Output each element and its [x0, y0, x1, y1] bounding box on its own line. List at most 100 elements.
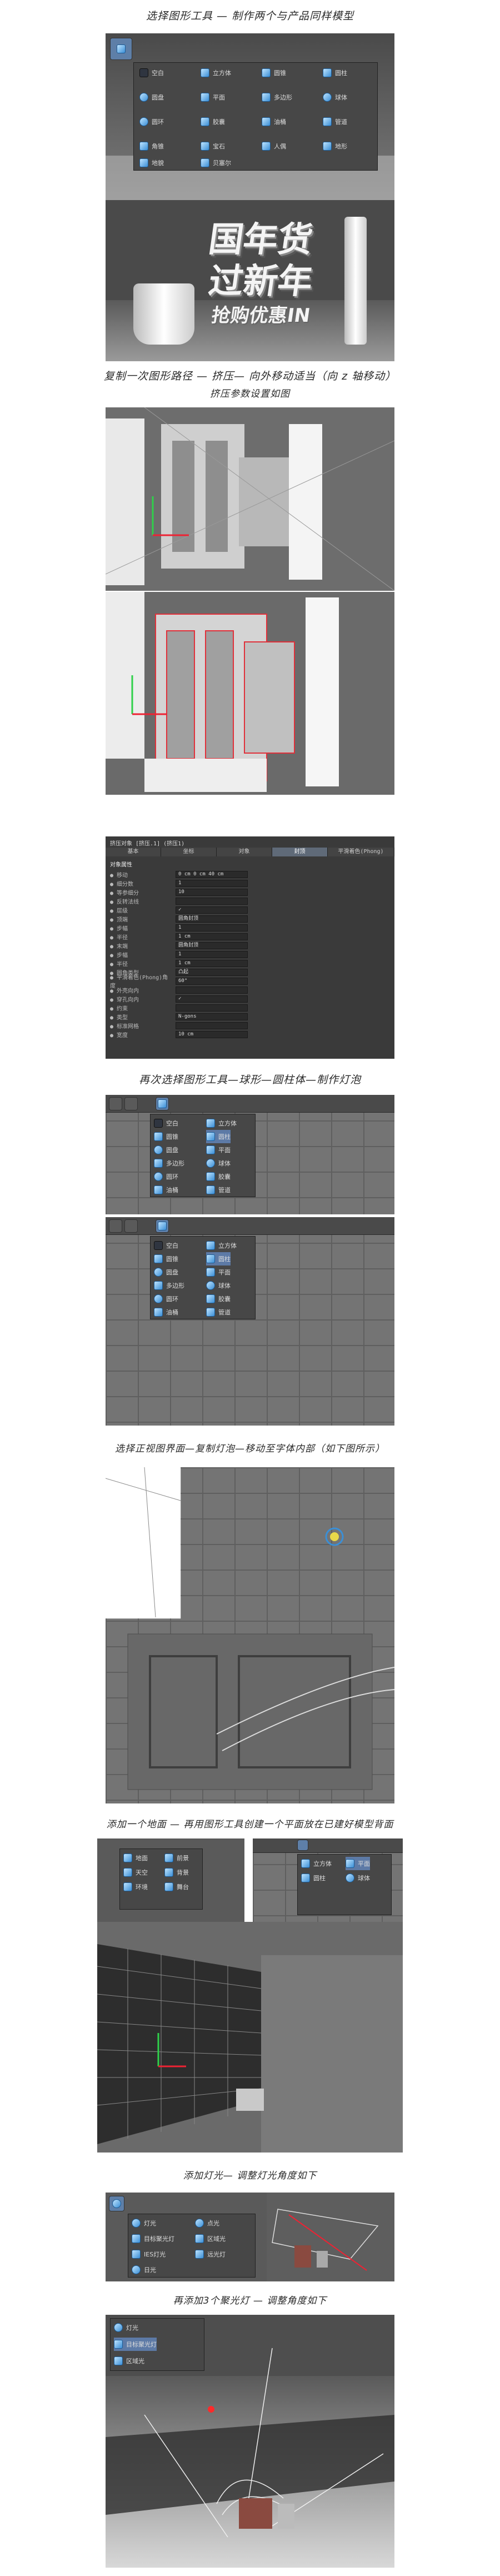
menu-item[interactable]: 圆盘	[139, 91, 164, 104]
menu-item[interactable]: 管道	[206, 1183, 231, 1197]
menu-item[interactable]: 立方体	[206, 1117, 237, 1130]
shape-tool-button[interactable]	[110, 38, 132, 60]
param-row[interactable]: ● 半径 1 cm	[110, 932, 248, 941]
menu-item[interactable]: 日光	[132, 2263, 156, 2276]
shape-tool-button[interactable]	[156, 1219, 169, 1233]
menu-item[interactable]: 圆柱	[206, 1130, 231, 1143]
menu-item[interactable]: 地形	[323, 139, 347, 153]
param-row[interactable]: ● 顶端 圆角封顶	[110, 914, 248, 923]
undo-button[interactable]	[109, 1097, 122, 1110]
shape-menu[interactable]: 空白 立方体 圆锥 圆柱 圆盘 平面 多边形 球体 圆环 胶囊 油桶 管道	[150, 1236, 256, 1319]
menu-item[interactable]: 区域光	[195, 2232, 226, 2245]
undo-button[interactable]	[109, 1219, 122, 1233]
menu-item[interactable]: 环境	[123, 1880, 148, 1894]
menu-item[interactable]: IES灯光	[132, 2248, 166, 2261]
light-menu[interactable]: 灯光 点光 目标聚光灯 区域光 IES灯光 远光灯 日光	[128, 2214, 256, 2278]
menu-item[interactable]: 圆盘	[154, 1265, 178, 1279]
shape-tool-button[interactable]	[156, 1097, 169, 1110]
menu-item[interactable]: 前景	[164, 1851, 189, 1865]
param-row[interactable]: ● 半径 1 cm	[110, 959, 248, 968]
param-row[interactable]: ● 末端 圆角封顶	[110, 941, 248, 950]
menu-item[interactable]: 宝石	[201, 139, 225, 153]
param-row[interactable]: ● 平滑着色(Phong)角度 60°	[110, 975, 248, 989]
menu-item[interactable]: 球体	[206, 1157, 231, 1170]
menu-item[interactable]: 平面	[206, 1265, 231, 1279]
param-row[interactable]: ● 反转法线	[110, 896, 248, 905]
tab-basic[interactable]: 基本	[106, 848, 161, 856]
light-menu[interactable]: 灯光 目标聚光灯 区域光	[110, 2318, 204, 2371]
menu-item[interactable]: 球体	[323, 91, 347, 104]
menu-item[interactable]: 圆盘	[154, 1143, 178, 1157]
menu-item[interactable]: 天空	[123, 1866, 148, 1879]
menu-item[interactable]: 胶囊	[206, 1292, 231, 1306]
param-row[interactable]: ● 细分数 1	[110, 879, 248, 888]
menu-item[interactable]: 平面	[201, 91, 225, 104]
param-row[interactable]: ● 等参细分 10	[110, 888, 248, 896]
menu-item[interactable]: 油桶	[154, 1183, 178, 1197]
menu-item[interactable]: 空白	[139, 66, 164, 79]
menu-item[interactable]: 管道	[206, 1306, 231, 1319]
floor-button[interactable]	[297, 1840, 308, 1851]
tab-caps[interactable]: 封顶	[272, 848, 328, 856]
menu-item[interactable]: 立方体	[201, 66, 231, 79]
menu-item[interactable]: 平面	[346, 1857, 370, 1870]
menu-item[interactable]: 圆环	[139, 115, 164, 128]
menu-item[interactable]: 圆锥	[262, 66, 286, 79]
tab-phong[interactable]: 平滑着色(Phong)	[328, 848, 394, 856]
menu-item[interactable]: 油桶	[154, 1306, 178, 1319]
menu-item[interactable]: 远光灯	[195, 2248, 226, 2261]
menu-item[interactable]: 多边形	[154, 1157, 184, 1170]
menu-item[interactable]: 圆锥	[154, 1130, 178, 1143]
menu-item[interactable]: 圆锥	[154, 1252, 178, 1265]
menu-item[interactable]: 胶囊	[201, 115, 225, 128]
param-row[interactable]: ● 约束	[110, 1003, 248, 1012]
menu-item[interactable]: 油桶	[262, 115, 286, 128]
tab-object[interactable]: 对象	[217, 848, 272, 856]
redo-button[interactable]	[124, 1097, 138, 1110]
shape-menu[interactable]: 空白 立方体 圆锥 圆柱 圆盘 平面 多边形 球体 圆环 胶囊 油桶 管道	[150, 1114, 256, 1197]
menu-item[interactable]: 立方体	[301, 1857, 332, 1870]
plane-menu[interactable]: 立方体 平面 圆柱 球体	[297, 1854, 392, 1915]
menu-item[interactable]: 圆环	[154, 1170, 178, 1183]
menu-item[interactable]: 圆环	[154, 1292, 178, 1306]
floor-menu[interactable]: 地面 天空 环境 前景 背景 舞台	[119, 1848, 203, 1910]
menu-item[interactable]: 球体	[206, 1279, 231, 1292]
menu-item[interactable]: 角锥	[139, 139, 164, 153]
menu-item[interactable]: 平面	[206, 1143, 231, 1157]
menu-item[interactable]: 立方体	[206, 1239, 237, 1252]
param-row[interactable]: ● 步幅 1	[110, 923, 248, 932]
shape-menu[interactable]: 空白 立方体 圆锥 圆柱 圆盘 平面 多边形 球体 圆环 胶囊 油桶 管道 角锥…	[133, 62, 378, 171]
param-row[interactable]: ● 标准网格	[110, 1021, 248, 1030]
menu-item[interactable]: 区域光	[114, 2354, 144, 2368]
param-row[interactable]: ● 穿孔向内 ✓	[110, 994, 248, 1003]
menu-item[interactable]: 空白	[154, 1117, 178, 1130]
menu-item[interactable]: 目标聚光灯	[114, 2338, 157, 2351]
menu-item[interactable]: 舞台	[164, 1880, 189, 1894]
light-tool-button[interactable]	[109, 2196, 124, 2211]
param-row[interactable]: ● 宽度 10 cm	[110, 1030, 248, 1039]
tab-coord[interactable]: 坐标	[161, 848, 217, 856]
menu-item[interactable]: 胶囊	[206, 1170, 231, 1183]
param-row[interactable]: ● 步幅 1	[110, 950, 248, 959]
menu-item[interactable]: 背景	[164, 1866, 189, 1879]
menu-item[interactable]: 点光	[195, 2216, 219, 2230]
menu-item[interactable]: 空白	[154, 1239, 178, 1252]
menu-item[interactable]: 灯光	[114, 2321, 138, 2334]
redo-button[interactable]	[124, 1219, 138, 1233]
menu-item[interactable]: 管道	[323, 115, 347, 128]
menu-item[interactable]: 贝塞尔	[201, 156, 231, 170]
param-row[interactable]: ● 移动 0 cm 0 cm 40 cm	[110, 870, 248, 879]
param-row[interactable]: ● 外壳向内	[110, 985, 248, 994]
param-row[interactable]: ● 层级 ✓	[110, 905, 248, 914]
menu-item[interactable]: 人偶	[262, 139, 286, 153]
menu-item[interactable]: 圆柱	[206, 1252, 231, 1265]
menu-item[interactable]: 地面	[123, 1851, 148, 1865]
menu-item[interactable]: 目标聚光灯	[132, 2232, 174, 2245]
menu-item[interactable]: 圆柱	[301, 1871, 326, 1885]
menu-item[interactable]: 圆柱	[323, 66, 347, 79]
menu-item[interactable]: 多边形	[262, 91, 292, 104]
menu-item[interactable]: 灯光	[132, 2216, 156, 2230]
menu-item[interactable]: 地貌	[139, 156, 164, 170]
menu-item[interactable]: 球体	[346, 1871, 370, 1885]
menu-item[interactable]: 多边形	[154, 1279, 184, 1292]
